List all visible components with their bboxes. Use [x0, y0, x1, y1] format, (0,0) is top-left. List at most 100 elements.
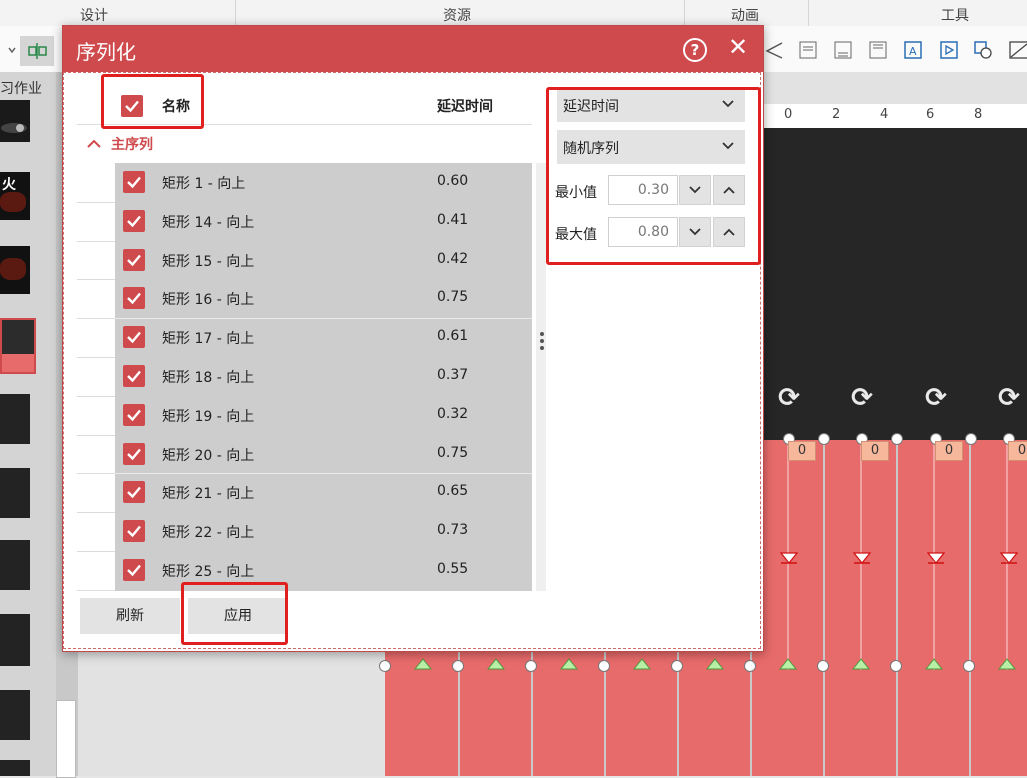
row-checkbox[interactable] — [123, 559, 145, 581]
text-box-icon[interactable]: A — [903, 40, 923, 60]
animation-row[interactable]: 矩形 18 - 向上 0.37 — [115, 357, 532, 395]
row-name: 矩形 17 - 向上 — [162, 331, 255, 348]
value-tag: 0 — [861, 441, 889, 461]
row-divider — [77, 240, 115, 242]
ribbon-divider — [235, 0, 236, 26]
media-box-icon[interactable] — [939, 40, 959, 60]
tab-design[interactable]: 设计 — [80, 5, 108, 25]
guide-line — [969, 440, 971, 776]
row-checkbox[interactable] — [123, 171, 145, 193]
row-name: 矩形 15 - 向上 — [162, 253, 255, 270]
slide-thumbnail[interactable] — [0, 760, 30, 776]
row-divider — [77, 395, 115, 397]
row-divider — [77, 473, 115, 475]
shape-combine-icon[interactable] — [973, 40, 993, 60]
row-name: 矩形 14 - 向上 — [162, 214, 255, 231]
row-name: 矩形 19 - 向上 — [162, 408, 255, 425]
resize-handle-circle — [525, 660, 537, 672]
motion-end-marker-icon — [924, 658, 944, 670]
thumbnail-scrollbar-thumb[interactable] — [56, 700, 76, 778]
text-align-top-icon[interactable] — [798, 40, 818, 60]
motion-end-marker-icon — [559, 658, 579, 670]
slide-thumbnail[interactable] — [0, 614, 30, 666]
align-center-icon[interactable] — [20, 36, 54, 66]
slide-thumbnail[interactable]: 火 — [0, 172, 30, 220]
motion-end-marker-icon — [851, 658, 871, 670]
row-checkbox[interactable] — [123, 442, 145, 465]
text-align-middle-icon[interactable] — [868, 40, 888, 60]
row-checkbox[interactable] — [123, 248, 145, 271]
group-label: 主序列 — [111, 137, 153, 153]
row-divider — [77, 434, 115, 436]
animation-row[interactable]: 矩形 17 - 向上 0.61 — [115, 318, 532, 356]
row-divider — [77, 318, 115, 320]
animation-row[interactable]: 矩形 1 - 向上 0.60 — [115, 163, 532, 201]
resize-handle-circle — [744, 660, 756, 672]
sequence-dialog: 序列化 ? ✕ 名称 延迟时间 主序列 延迟时间 随机序列 最小值 0.30 最… — [62, 25, 764, 652]
row-checkbox[interactable] — [123, 365, 145, 387]
resize-handle-circle — [598, 660, 610, 672]
group-main-sequence[interactable]: 主序列 — [87, 134, 153, 154]
chevron-up-icon — [87, 139, 101, 148]
guide-line — [823, 440, 825, 776]
angle-icon[interactable] — [764, 40, 784, 60]
animation-row[interactable]: 矩形 19 - 向上 0.32 — [115, 396, 532, 434]
row-checkbox[interactable] — [123, 403, 145, 426]
line-tool-icon[interactable] — [1008, 40, 1027, 60]
panel-splitter-handle[interactable] — [540, 332, 544, 350]
slide-thumbnail[interactable] — [0, 246, 30, 294]
slide-thumbnail[interactable] — [0, 540, 30, 590]
animation-row[interactable]: 矩形 22 - 向上 0.73 — [115, 512, 532, 550]
help-icon[interactable]: ? — [683, 38, 707, 62]
row-checkbox[interactable] — [123, 481, 145, 504]
slide-thumbnail[interactable] — [0, 100, 30, 142]
animation-row[interactable]: 矩形 16 - 向上 0.75 — [115, 279, 532, 317]
row-delay-value: 0.75 — [437, 444, 469, 461]
slide-thumbnail[interactable] — [0, 394, 30, 444]
value-tag: 0 — [935, 441, 963, 461]
motion-end-marker-icon — [413, 658, 433, 670]
list-scrollbar[interactable] — [536, 163, 546, 591]
animation-row[interactable]: 矩形 15 - 向上 0.42 — [115, 241, 532, 279]
animation-row[interactable]: 矩形 25 - 向上 0.55 — [115, 551, 532, 589]
row-divider — [77, 201, 115, 203]
row-checkbox[interactable] — [123, 520, 145, 543]
resize-handle-circle — [891, 433, 903, 445]
rotate-icon: ⟳ — [998, 383, 1020, 413]
text-align-bottom-icon[interactable] — [833, 40, 853, 60]
dialog-title-bar[interactable]: 序列化 ? ✕ — [63, 26, 763, 72]
svg-text:A: A — [909, 45, 917, 58]
slide-thumbnail-selected[interactable] — [0, 318, 36, 374]
row-delay-value: 0.42 — [437, 250, 469, 267]
ruler-tick-label: 2 — [832, 107, 841, 122]
highlight-box-apply — [181, 582, 288, 645]
value-tag: 0 — [788, 441, 816, 461]
resize-handle-circle — [671, 660, 683, 672]
column-header-delay[interactable]: 延迟时间 — [437, 96, 493, 116]
row-checkbox[interactable] — [123, 287, 145, 310]
slide-thumbnail[interactable] — [0, 690, 30, 740]
animation-row[interactable]: 矩形 20 - 向上 0.75 — [115, 435, 532, 473]
animation-row[interactable]: 矩形 21 - 向上 0.65 — [115, 473, 532, 511]
horizontal-ruler: 0 2 4 6 8 — [760, 104, 1027, 129]
highlight-box-select-all — [101, 74, 204, 129]
close-icon[interactable]: ✕ — [726, 35, 750, 59]
dialog-title: 序列化 — [76, 40, 136, 64]
tab-tools[interactable]: 工具 — [941, 5, 969, 25]
ruler-tick-label: 8 — [974, 107, 983, 122]
row-divider — [77, 512, 115, 514]
row-checkbox[interactable] — [123, 326, 145, 349]
row-delay-value: 0.73 — [437, 522, 469, 539]
row-delay-value: 0.55 — [437, 561, 469, 577]
slide-thumbnail[interactable] — [0, 468, 30, 518]
tab-resources[interactable]: 资源 — [443, 5, 471, 25]
refresh-button[interactable]: 刷新 — [80, 598, 180, 634]
tab-animation[interactable]: 动画 — [731, 5, 759, 25]
chevron-down-icon[interactable] — [2, 40, 22, 60]
row-delay-value: 0.41 — [437, 211, 469, 228]
animation-row[interactable]: 矩形 14 - 向上 0.41 — [115, 202, 532, 240]
row-name: 矩形 25 - 向上 — [162, 564, 255, 580]
row-checkbox[interactable] — [123, 209, 145, 232]
ribbon-divider — [684, 0, 685, 26]
rotate-icon: ⟳ — [851, 383, 873, 413]
